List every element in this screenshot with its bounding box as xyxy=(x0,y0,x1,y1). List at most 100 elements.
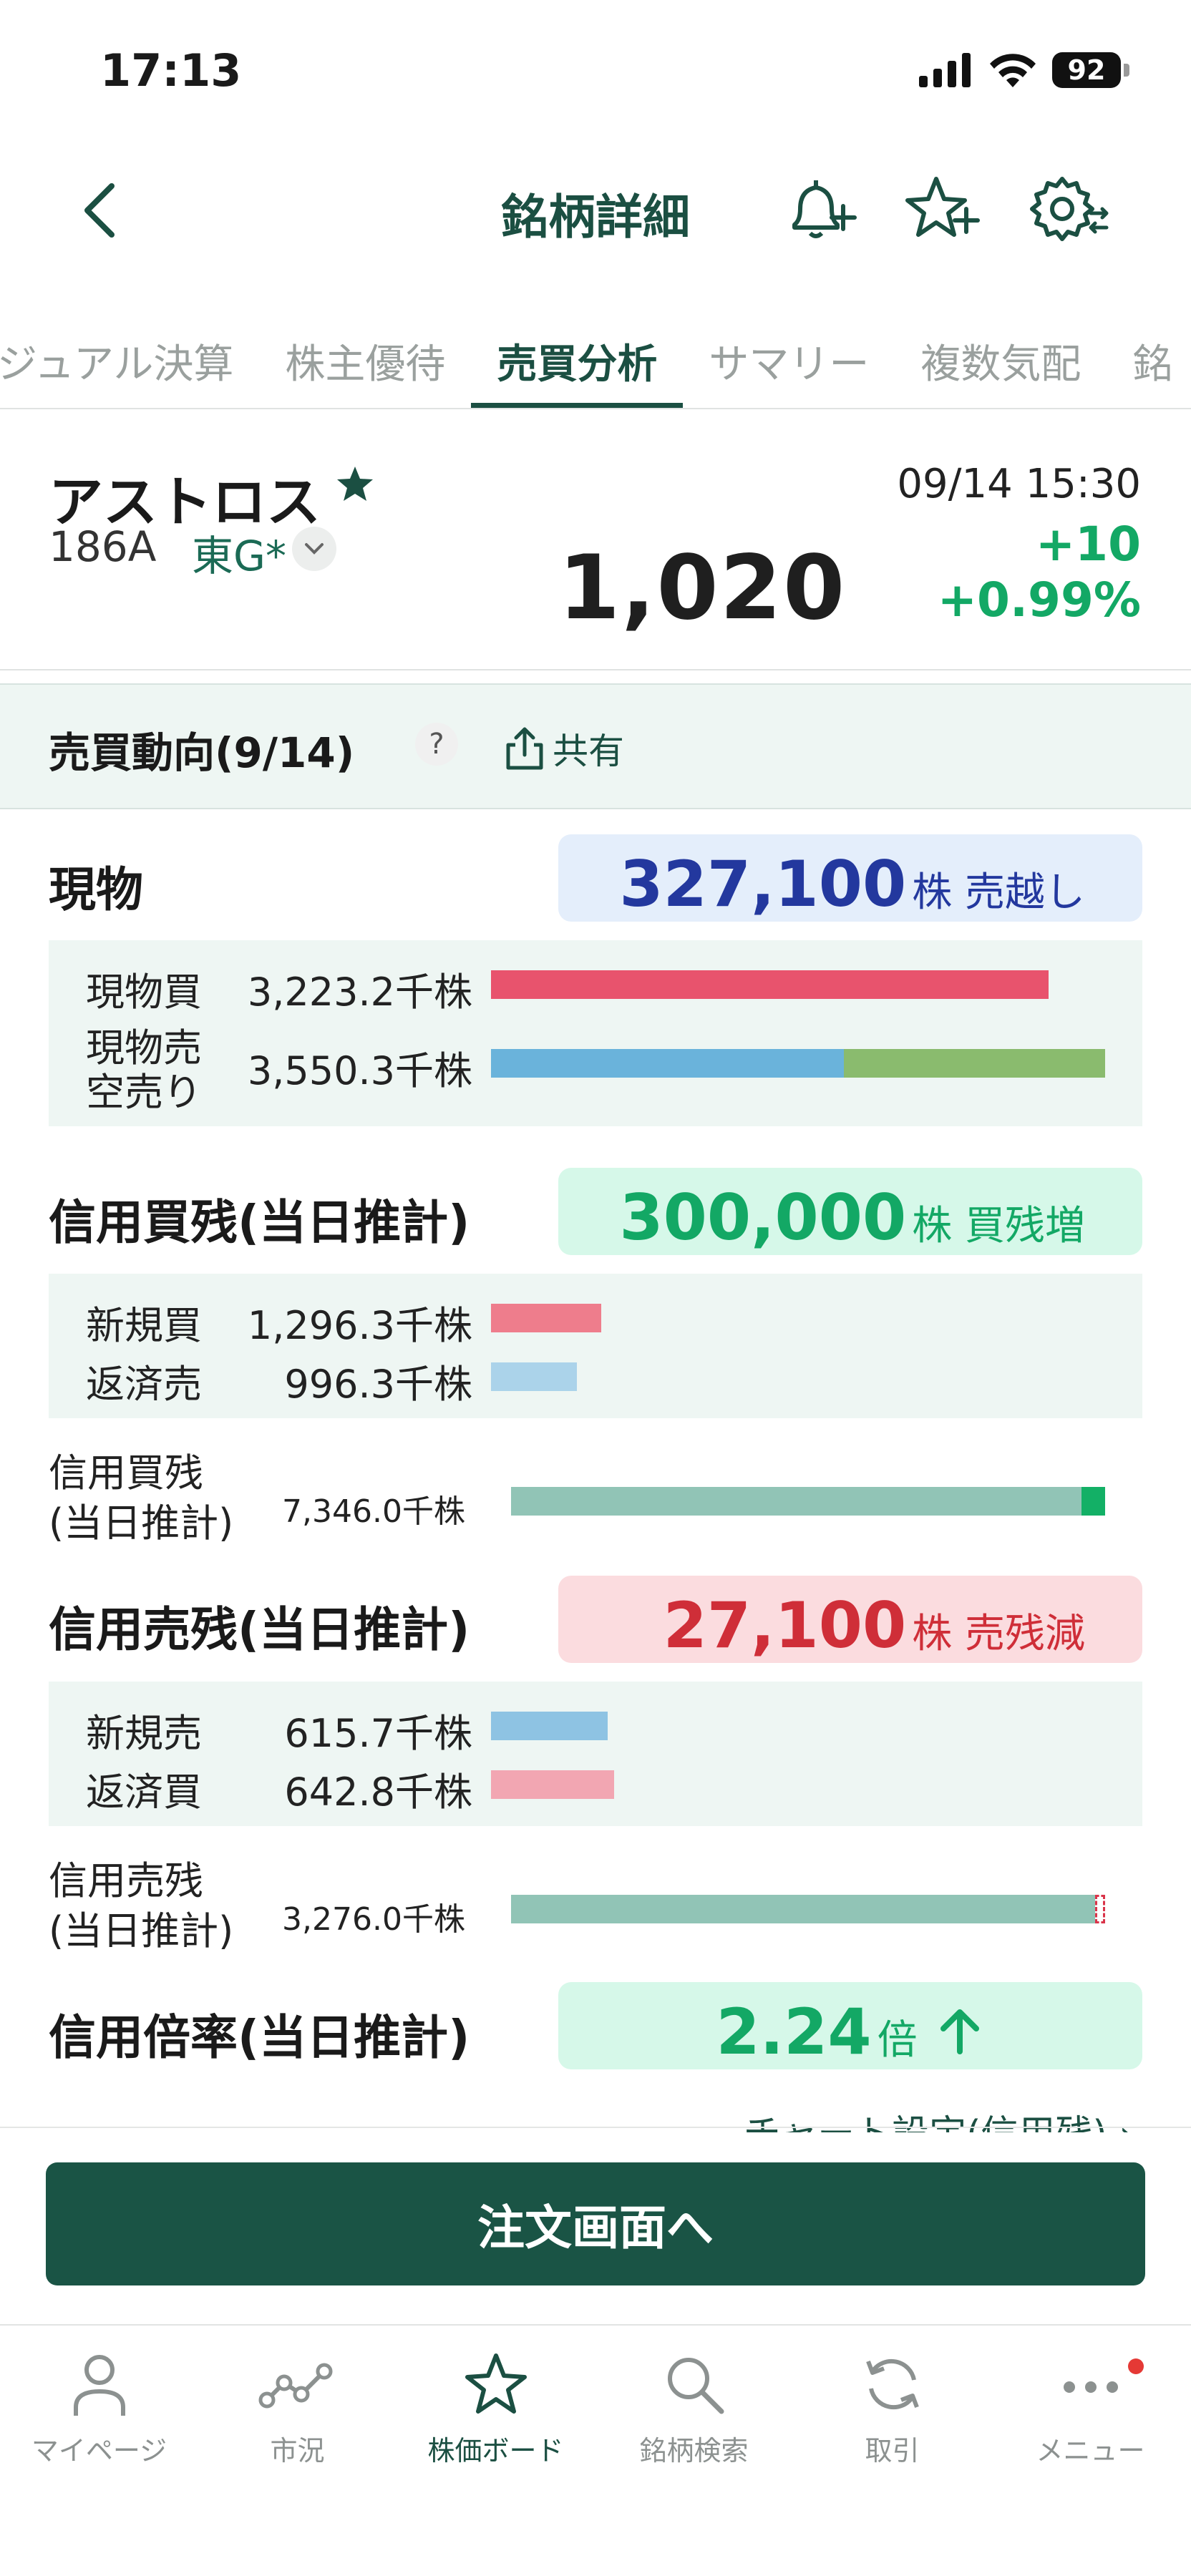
margin-sell-new-label: 新規売 xyxy=(86,1711,202,1756)
arrow-up-icon xyxy=(940,2009,979,2054)
chevron-down-icon xyxy=(305,543,324,555)
genbutsu-panel xyxy=(49,940,1142,1126)
genbutsu-sell-value: 3,550.3千株 xyxy=(247,1048,472,1093)
margin-ratio-unit: 倍 xyxy=(877,2017,918,2064)
tab-trade-analysis[interactable]: 売買分析 xyxy=(471,322,684,408)
status-time: 17:13 xyxy=(100,44,242,97)
margin-ratio-pill: 2.24 倍 xyxy=(558,1982,1142,2069)
person-icon xyxy=(73,2355,125,2416)
margin-ratio-title: 信用倍率(当日推計) xyxy=(49,2010,470,2065)
stock-divider xyxy=(0,669,1191,670)
stock-code: 186A xyxy=(49,522,157,571)
share-label: 共有 xyxy=(553,731,624,772)
margin-sell-repay-label: 返済買 xyxy=(86,1770,202,1815)
nav-trade-label: 取引 xyxy=(865,2435,920,2467)
market-dropdown[interactable] xyxy=(292,527,336,571)
chart-settings-link[interactable]: チャート設定(信用残) › xyxy=(744,2104,1134,2132)
genbutsu-sell-bar xyxy=(491,1049,844,1078)
share-button[interactable]: 共有 xyxy=(505,723,624,774)
genbutsu-buy-bar xyxy=(491,970,1049,999)
margin-buy-total: 300,000 xyxy=(619,1181,907,1254)
order-button[interactable]: 注文画面へ xyxy=(46,2162,1145,2285)
nav-search[interactable]: 銘柄検索 xyxy=(595,2326,793,2576)
margin-sell-balance-label-1: 信用売残 xyxy=(49,1858,203,1903)
margin-buy-total-unit: 株 買残増 xyxy=(912,1203,1085,1249)
tab-multi-quotes[interactable]: 複数気配 xyxy=(895,322,1107,408)
genbutsu-total-pill: 327,100 株 売越し xyxy=(558,834,1142,922)
help-button[interactable]: ? xyxy=(415,723,458,766)
margin-buy-balance-value: 7,346.0千株 xyxy=(282,1493,465,1530)
favorite-star-icon[interactable] xyxy=(335,464,375,504)
stock-change-pct: +0.99% xyxy=(937,572,1141,628)
margin-sell-total: 27,100 xyxy=(663,1589,907,1662)
margin-sell-balance-label-2: (当日推計) xyxy=(49,1908,234,1953)
stock-datetime: 09/14 15:30 xyxy=(897,461,1141,507)
nav-board[interactable]: 株価ボード xyxy=(397,2326,595,2576)
margin-sell-total-pill: 27,100 株 売残減 xyxy=(558,1576,1142,1663)
chevron-right-icon: › xyxy=(1119,2113,1134,2132)
nav-market-label: 市況 xyxy=(270,2435,325,2467)
signal-icon xyxy=(919,53,971,87)
notification-dot xyxy=(1128,2358,1144,2374)
margin-sell-total-unit: 株 売残減 xyxy=(912,1611,1085,1657)
margin-sell-repay-bar xyxy=(491,1770,614,1799)
nav-mypage-label: マイページ xyxy=(31,2435,167,2467)
star-icon xyxy=(465,2353,527,2414)
battery-tip xyxy=(1124,64,1129,77)
margin-sell-new-bar xyxy=(491,1712,608,1740)
chart-settings-label: チャート設定(信用残) xyxy=(744,2113,1107,2132)
refresh-icon xyxy=(865,2358,919,2410)
search-icon xyxy=(667,2358,724,2414)
page-title: 銘柄詳細 xyxy=(501,190,690,245)
margin-sell-balance-value: 3,276.0千株 xyxy=(282,1901,465,1938)
section-title: 売買動向(9/14) xyxy=(49,728,355,777)
nav-trade[interactable]: 取引 xyxy=(793,2326,991,2576)
wifi-icon xyxy=(990,54,1036,87)
margin-buy-increase-bar xyxy=(1081,1487,1105,1516)
margin-buy-repay-value: 996.3千株 xyxy=(284,1362,472,1407)
margin-buy-panel xyxy=(49,1274,1142,1418)
tab-shareholder-benefits[interactable]: 株主優待 xyxy=(259,322,471,408)
margin-buy-balance-bar xyxy=(511,1487,1105,1516)
bottom-separator xyxy=(0,2127,1191,2128)
margin-ratio-value: 2.24 xyxy=(716,1995,872,2069)
margin-sell-decrease-bar xyxy=(1095,1895,1105,1923)
margin-sell-panel xyxy=(49,1682,1142,1826)
nav-mypage[interactable]: マイページ xyxy=(0,2326,198,2576)
margin-buy-repay-label: 返済売 xyxy=(86,1362,202,1407)
margin-sell-title: 信用売残(当日推計) xyxy=(49,1602,470,1657)
genbutsu-buy-label: 現物買 xyxy=(86,970,202,1015)
margin-sell-balance-bar xyxy=(511,1895,1105,1923)
tab-visual-earnings[interactable]: ジュアル決算 xyxy=(0,322,259,408)
stock-market[interactable]: 東G* xyxy=(192,522,286,582)
battery-indicator: 92 xyxy=(1052,52,1121,88)
tab-bar: ジュアル決算 株主優待 売買分析 サマリー 複数気配 銘 xyxy=(0,322,1191,408)
margin-sell-repay-value: 642.8千株 xyxy=(284,1770,472,1815)
nav-board-label: 株価ボード xyxy=(427,2435,564,2467)
add-alert-icon[interactable] xyxy=(782,172,860,250)
margin-buy-balance-label-2: (当日推計) xyxy=(49,1501,234,1546)
nav-market[interactable]: 市況 xyxy=(198,2326,397,2576)
margin-buy-total-pill: 300,000 株 買残増 xyxy=(558,1168,1142,1255)
genbutsu-total: 327,100 xyxy=(619,847,907,921)
genbutsu-total-unit: 株 売越し xyxy=(912,869,1085,916)
settings-icon[interactable] xyxy=(1025,172,1111,250)
margin-buy-balance-label-1: 信用買残 xyxy=(49,1450,203,1496)
nav-menu[interactable]: メニュー xyxy=(991,2326,1190,2576)
tabs-divider xyxy=(0,408,1191,409)
margin-buy-title: 信用買残(当日推計) xyxy=(49,1195,470,1250)
genbutsu-short-bar xyxy=(844,1049,1105,1078)
margin-buy-new-label: 新規買 xyxy=(86,1303,202,1348)
bottom-nav: マイページ 市況 株価ボード 銘柄検索 取引 メニュー xyxy=(0,2324,1191,2576)
market-icon xyxy=(258,2363,332,2409)
genbutsu-buy-value: 3,223.2千株 xyxy=(247,970,472,1015)
margin-buy-new-bar xyxy=(491,1304,601,1332)
add-favorite-icon[interactable] xyxy=(903,172,982,250)
tab-summary[interactable]: サマリー xyxy=(683,322,895,408)
stock-change: +10 xyxy=(1035,517,1141,572)
genbutsu-short-label: 空売り xyxy=(86,1070,202,1115)
genbutsu-title: 現物 xyxy=(49,862,143,917)
stock-price: 1,020 xyxy=(558,537,847,640)
nav-menu-label: メニュー xyxy=(1036,2435,1145,2467)
tab-next[interactable]: 銘 xyxy=(1107,322,1191,408)
